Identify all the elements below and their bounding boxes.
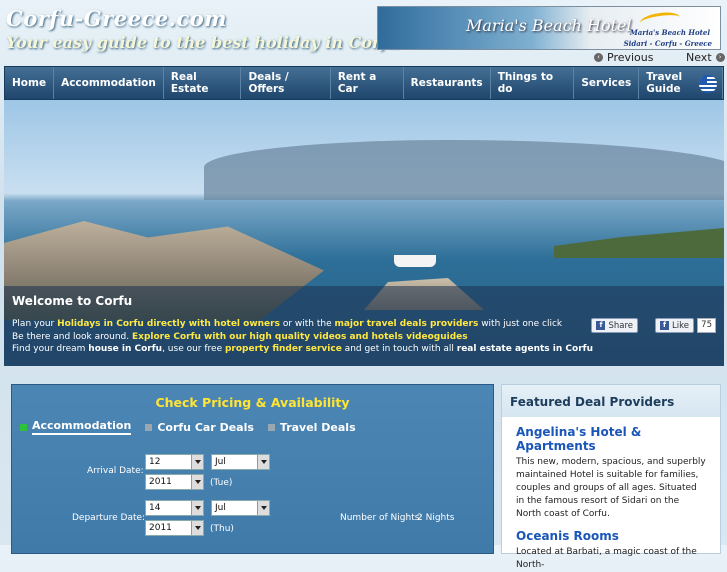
featured-title: Featured Deal Providers: [502, 385, 720, 417]
hero-shore: [554, 228, 724, 258]
link-property-finder[interactable]: property finder service: [225, 344, 342, 354]
chevron-down-icon: [195, 460, 201, 464]
welcome-text-7: and get in touch with all: [341, 344, 457, 354]
tab-marker-icon: [20, 423, 27, 431]
tab-marker-icon: [145, 423, 153, 431]
link-house[interactable]: house in Corfu: [88, 344, 162, 354]
greek-flag-icon[interactable]: [699, 75, 717, 93]
chevron-down-icon: [195, 480, 201, 484]
logo-title: Corfu-Greece.com: [6, 6, 227, 31]
share-label: Share: [608, 320, 633, 331]
site-logo[interactable]: Corfu-Greece.com Your easy guide to the …: [6, 6, 399, 52]
provider-name-link[interactable]: Angelina's Hotel & Apartments: [516, 425, 706, 453]
previous-label: Previous: [607, 51, 654, 64]
welcome-title: Welcome to Corfu: [12, 294, 133, 308]
welcome-panel: Welcome to Corfu Plan your Holidays in C…: [4, 286, 724, 366]
tab-accommodation[interactable]: Accommodation: [20, 419, 132, 435]
facebook-like-button[interactable]: f Like: [655, 318, 694, 333]
arrival-date-label: Arrival Date:: [87, 466, 144, 476]
welcome-text-2: or with the: [279, 319, 335, 329]
chevron-down-icon: [195, 526, 201, 530]
facebook-icon: f: [596, 321, 606, 330]
nav-services[interactable]: Services: [574, 67, 640, 99]
departure-day-select[interactable]: 14: [145, 500, 204, 516]
hero-image: Welcome to Corfu Plan your Holidays in C…: [4, 100, 724, 366]
tab-label: Travel Deals: [279, 420, 356, 434]
arrival-month-select[interactable]: Jul: [211, 454, 270, 470]
availability-tabs: Accommodation Corfu Car Deals Travel Dea…: [20, 419, 356, 435]
provider-item: Angelina's Hotel & Apartments This new, …: [502, 425, 720, 521]
nav-restaurants[interactable]: Restaurants: [404, 67, 491, 99]
hero-ship: [394, 255, 436, 267]
chevron-right-icon: ›: [715, 53, 725, 62]
provider-description: Located at Barbati, a magic coast of the…: [516, 547, 697, 570]
nav-accommodation[interactable]: Accommodation: [54, 67, 164, 99]
departure-date-label: Departure Date:: [72, 513, 146, 523]
nights-label: Number of Nights:: [340, 513, 423, 523]
nav-things-to-do[interactable]: Things to do: [491, 67, 575, 99]
banner-wave-icon: [639, 10, 681, 30]
facebook-share-button[interactable]: f Share: [591, 318, 638, 333]
tab-label: Corfu Car Deals: [157, 420, 254, 434]
next-label: Next: [686, 51, 712, 64]
welcome-text: Plan your Holidays in Corfu directly wit…: [12, 318, 593, 356]
link-videos[interactable]: Explore Corfu with our high quality vide…: [132, 332, 468, 342]
like-count: 75: [697, 318, 716, 333]
departure-weekday: (Thu): [210, 524, 234, 534]
nav-deals-offers[interactable]: Deals / Offers: [241, 67, 331, 99]
provider-description: This new, modern, spacious, and superbly…: [516, 457, 706, 519]
availability-panel: Check Pricing & Availability Accommodati…: [11, 384, 494, 554]
welcome-text-4: Be there and look around.: [12, 331, 132, 342]
main-nav: Home Accommodation Real Estate Deals / O…: [4, 66, 724, 100]
link-real-estate-agents[interactable]: real estate agents in Corfu: [457, 344, 593, 354]
previous-button[interactable]: ‹ Previous: [594, 51, 654, 64]
provider-item: Oceanis Rooms Located at Barbati, a magi…: [502, 529, 720, 572]
arrival-day-value: 12: [149, 457, 161, 467]
tab-travel-deals[interactable]: Travel Deals: [267, 420, 356, 434]
arrival-year-value: 2011: [149, 477, 172, 487]
tab-marker-icon: [267, 423, 275, 431]
welcome-text-1: Plan your: [12, 319, 58, 329]
arrival-year-select[interactable]: 2011: [145, 474, 204, 490]
departure-month-select[interactable]: Jul: [211, 500, 270, 516]
hero-mountains: [204, 140, 724, 200]
welcome-text-5: Find your dream: [12, 344, 89, 354]
facebook-icon: f: [660, 321, 670, 330]
availability-title: Check Pricing & Availability: [155, 395, 350, 410]
welcome-text-6: , use our free: [162, 344, 225, 354]
tab-car-deals[interactable]: Corfu Car Deals: [145, 421, 254, 434]
like-label: Like: [672, 320, 689, 331]
welcome-text-3: with just one click: [478, 319, 563, 329]
departure-day-value: 14: [149, 503, 161, 513]
nav-home[interactable]: Home: [5, 67, 55, 99]
banner-title: Maria's Beach Hotel: [466, 16, 632, 35]
arrival-month-value: Jul: [215, 457, 226, 467]
banner-location: Sidari - Corfu - Greece: [623, 39, 712, 48]
provider-name-link[interactable]: Oceanis Rooms: [516, 529, 706, 543]
departure-month-value: Jul: [215, 503, 226, 513]
link-travel-deals[interactable]: major travel deals providers: [334, 319, 478, 329]
chevron-down-icon: [195, 506, 201, 510]
banner-subtitle: Maria's Beach Hotel: [629, 28, 710, 37]
link-holidays[interactable]: Holidays in Corfu directly with hotel ow…: [57, 319, 280, 329]
chevron-down-icon: [261, 506, 267, 510]
chevron-left-icon: ‹: [594, 53, 603, 62]
arrival-weekday: (Tue): [210, 478, 233, 488]
tab-label: Accommodation: [32, 419, 132, 435]
featured-providers: Featured Deal Providers Angelina's Hotel…: [501, 384, 721, 570]
nav-rent-a-car[interactable]: Rent a Car: [331, 67, 404, 99]
arrival-day-select[interactable]: 12: [145, 454, 204, 470]
departure-year-value: 2011: [149, 523, 172, 533]
chevron-down-icon: [261, 460, 267, 464]
hotel-banner[interactable]: Maria's Beach Hotel Maria's Beach Hotel …: [377, 6, 721, 50]
next-button[interactable]: Next ›: [686, 51, 725, 64]
logo-tagline: Your easy guide to the best holiday in C…: [6, 33, 399, 52]
departure-year-select[interactable]: 2011: [145, 520, 204, 536]
nav-real-estate[interactable]: Real Estate: [164, 67, 242, 99]
nights-value: 2 Nights: [417, 513, 455, 523]
